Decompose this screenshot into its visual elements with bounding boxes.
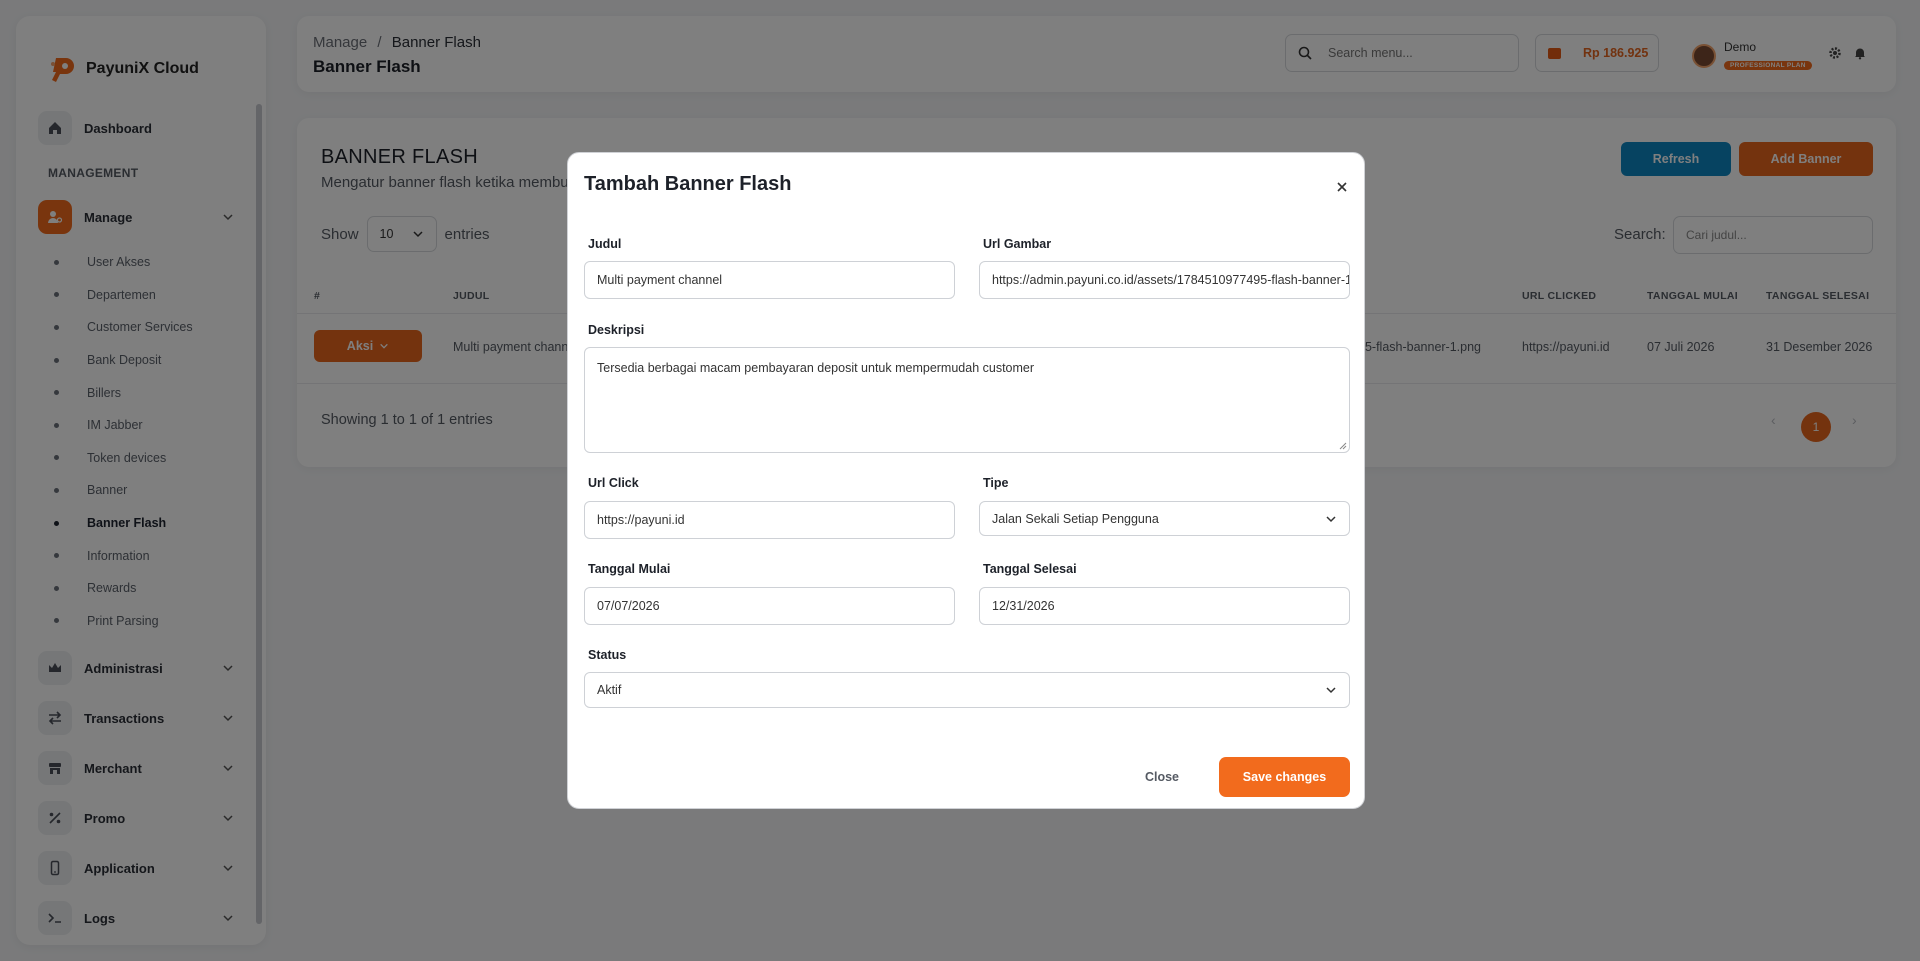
resize-handle-icon[interactable] bbox=[1339, 442, 1347, 450]
url-click-input[interactable]: https://payuni.id bbox=[584, 501, 955, 539]
judul-input[interactable]: Multi payment channel bbox=[584, 261, 955, 299]
judul-label: Judul bbox=[588, 237, 622, 251]
tanggal-mulai-label: Tanggal Mulai bbox=[588, 562, 671, 576]
close-button[interactable]: Close bbox=[1131, 757, 1193, 797]
save-changes-button[interactable]: Save changes bbox=[1219, 757, 1350, 797]
tanggal-selesai-label: Tanggal Selesai bbox=[983, 562, 1077, 576]
modal-title: Tambah Banner Flash bbox=[584, 173, 792, 195]
tambah-banner-flash-modal: Tambah Banner Flash Judul Multi payment … bbox=[567, 152, 1365, 809]
tanggal-selesai-input[interactable]: 12/31/2026 bbox=[979, 587, 1350, 625]
status-value: Aktif bbox=[597, 683, 622, 697]
url-gambar-label: Url Gambar bbox=[983, 237, 1052, 251]
deskripsi-textarea[interactable]: Tersedia berbagai macam pembayaran depos… bbox=[584, 347, 1350, 453]
url-click-label: Url Click bbox=[588, 476, 639, 490]
deskripsi-value: Tersedia berbagai macam pembayaran depos… bbox=[597, 361, 1035, 375]
tipe-select[interactable]: Jalan Sekali Setiap Pengguna bbox=[979, 501, 1350, 536]
chevron-down-icon bbox=[1326, 515, 1336, 522]
chevron-down-icon bbox=[1326, 687, 1336, 694]
tanggal-mulai-input[interactable]: 07/07/2026 bbox=[584, 587, 955, 625]
tipe-value: Jalan Sekali Setiap Pengguna bbox=[992, 511, 1159, 526]
deskripsi-label: Deskripsi bbox=[588, 323, 645, 337]
status-label: Status bbox=[588, 648, 627, 662]
close-icon[interactable] bbox=[1335, 180, 1349, 194]
status-select[interactable]: Aktif bbox=[584, 672, 1350, 708]
tipe-label: Tipe bbox=[983, 476, 1009, 490]
url-gambar-input[interactable]: https://admin.payuni.co.id/assets/178451… bbox=[979, 261, 1350, 299]
